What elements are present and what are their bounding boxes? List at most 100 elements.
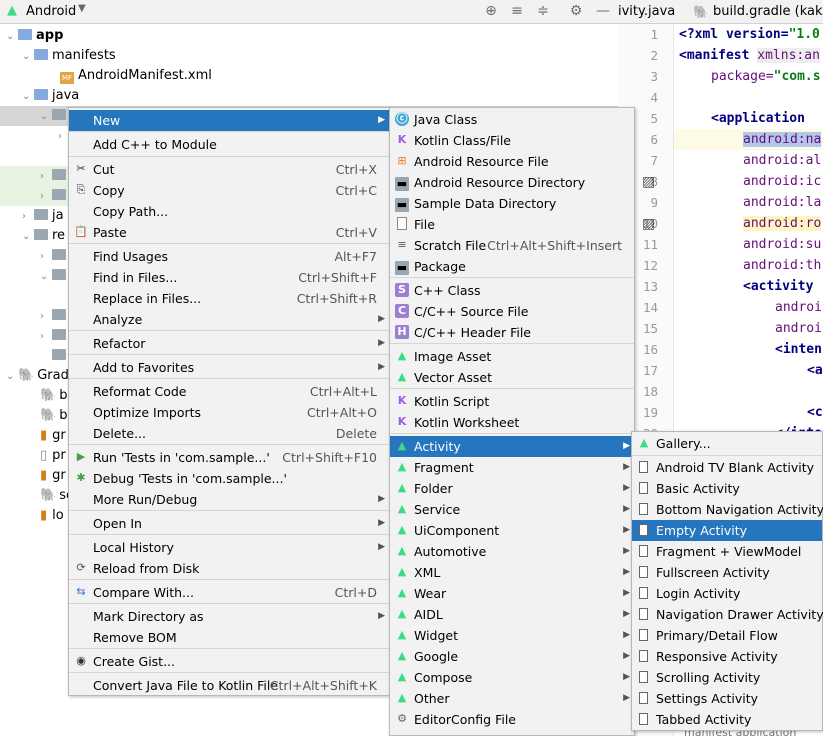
menu-item-aidl[interactable]: ▲ AIDL ▶ (390, 604, 634, 625)
tree-item-lo[interactable]: ▮ lo (40, 506, 64, 526)
menu-item-add-to-favorites[interactable]: Add to Favorites ▶ (69, 357, 389, 378)
menu-item-optimize-imports[interactable]: Optimize Imports Ctrl+Alt+O (69, 402, 389, 423)
menu-item-run-tests-in-com-sample[interactable]: ▶ Run 'Tests in 'com.sample...' Ctrl+Shift… (69, 447, 389, 468)
menu-item-vector-asset[interactable]: ▲ Vector Asset (390, 367, 634, 388)
menu-item-scrolling-activity[interactable]: Scrolling Activity (632, 667, 822, 688)
menu-item-folder[interactable]: ▲ Folder ▶ (390, 478, 634, 499)
menu-item-more-run-debug[interactable]: More Run/Debug ▶ (69, 489, 389, 510)
menu-item-debug-tests-in-com-sample[interactable]: ✱ Debug 'Tests in 'com.sample...' (69, 468, 389, 489)
menu-item-settings-activity[interactable]: Settings Activity (632, 688, 822, 709)
menu-item-fullscreen-activity[interactable]: Fullscreen Activity (632, 562, 822, 583)
menu-item-tabbed-activity[interactable]: Tabbed Activity (632, 709, 822, 730)
menu-item-empty-activity[interactable]: Empty Activity (632, 520, 822, 541)
menu-item-analyze[interactable]: Analyze ▶ (69, 309, 389, 330)
menu-item-navigation-drawer-activity[interactable]: Navigation Drawer Activity (632, 604, 823, 625)
menu-item-file[interactable]: File (390, 214, 634, 235)
menu-item-kotlin-worksheet[interactable]: K Kotlin Worksheet (390, 412, 634, 433)
menu-item-reformat-code[interactable]: Reformat Code Ctrl+Alt+L (69, 381, 389, 402)
menu-item-fragment-viewmodel[interactable]: Fragment + ViewModel (632, 541, 822, 562)
chevron-down-icon[interactable]: ▼ (78, 3, 86, 14)
menu-item-convert-java-file-to-kotlin-file[interactable]: Convert Java File to Kotlin File Ctrl+Alt… (69, 675, 389, 696)
tree-item-app[interactable]: ⌄ app (6, 26, 63, 46)
image-icon[interactable]: ▨ (642, 174, 655, 190)
hide-icon[interactable]: — (595, 3, 611, 19)
menu-item-refactor[interactable]: Refactor ▶ (69, 333, 389, 354)
menu-item-uicomponent[interactable]: ▲ UiComponent ▶ (390, 520, 634, 541)
menu-item-kotlin-script[interactable]: K Kotlin Script (390, 391, 634, 412)
tree-item-collapsed[interactable]: › (40, 306, 70, 326)
menu-item-android-tv-blank-activity[interactable]: Android TV Blank Activity (632, 457, 822, 478)
expand-all-icon[interactable]: ≡ (509, 3, 525, 19)
menu-item-xml[interactable]: ▲ XML ▶ (390, 562, 634, 583)
activity-template-icon (639, 608, 648, 620)
menu-item-google[interactable]: ▲ Google ▶ (390, 646, 634, 667)
menu-item-package[interactable]: ▬ Package (390, 256, 634, 277)
menu-item-compare-with[interactable]: ⇆ Compare With... Ctrl+D (69, 582, 389, 603)
menu-item-mark-directory-as[interactable]: Mark Directory as ▶ (69, 606, 389, 627)
menu-item-java-class[interactable]: ⓒ Java Class (390, 109, 634, 130)
menu-item-open-in[interactable]: Open In ▶ (69, 513, 389, 534)
tree-item-gradle[interactable]: ⌄ 🐘 Gradl (6, 366, 72, 386)
tree-item-java[interactable]: ⌄ java (22, 86, 79, 106)
menu-item-image-asset[interactable]: ▲ Image Asset (390, 346, 634, 367)
project-view-selector[interactable]: Android (26, 4, 76, 19)
menu-item-basic-activity[interactable]: Basic Activity (632, 478, 822, 499)
tab-activity-java[interactable]: ivity.java (618, 4, 675, 19)
menu-item-create-gist[interactable]: ◉ Create Gist... (69, 651, 389, 672)
menu-item-cut[interactable]: ✂ Cut Ctrl+X (69, 159, 389, 180)
menu-item-bottom-navigation-activity[interactable]: Bottom Navigation Activity (632, 499, 823, 520)
menu-item-automotive[interactable]: ▲ Automotive ▶ (390, 541, 634, 562)
menu-item-find-in-files[interactable]: Find in Files... Ctrl+Shift+F (69, 267, 389, 288)
menu-item-copy[interactable]: ⎘ Copy Ctrl+C (69, 180, 389, 201)
menu-item-delete[interactable]: Delete... Delete (69, 423, 389, 444)
gear-icon[interactable]: ⚙ (568, 3, 584, 19)
menu-item-primary-detail-flow[interactable]: Primary/Detail Flow (632, 625, 822, 646)
tree-item-res[interactable]: ⌄ re (22, 226, 65, 246)
menu-item-kotlin-class-file[interactable]: K Kotlin Class/File (390, 130, 634, 151)
menu-item-reload-from-disk[interactable]: ⟳ Reload from Disk (69, 558, 389, 579)
menu-item-label: Fragment (414, 460, 474, 475)
menu-item-wear[interactable]: ▲ Wear ▶ (390, 583, 634, 604)
image-icon[interactable]: ▨ (642, 216, 655, 232)
menu-item-c-c-source-file[interactable]: C C/C++ Source File (390, 301, 634, 322)
tree-item-pr[interactable]: ▯ pr (40, 446, 66, 466)
tree-item-collapsed[interactable]: › (40, 246, 70, 266)
menu-item-login-activity[interactable]: Login Activity (632, 583, 822, 604)
tree-item-expanded[interactable]: ⌄ (40, 266, 70, 286)
menu-item-compose[interactable]: ▲ Compose ▶ (390, 667, 634, 688)
tree-item-androidmanifest[interactable]: MF AndroidManifest.xml (60, 66, 212, 86)
menu-item-sample-data-directory[interactable]: ▬ Sample Data Directory (390, 193, 634, 214)
tab-build-gradle[interactable]: build.gradle (kakaoLo (713, 4, 823, 19)
tree-item-collapsed[interactable]: › (40, 166, 70, 186)
menu-item-service[interactable]: ▲ Service ▶ (390, 499, 634, 520)
menu-item-scratch-file[interactable]: ≡ Scratch File Ctrl+Alt+Shift+Insert (390, 235, 634, 256)
collapse-all-icon[interactable]: ≑ (535, 3, 551, 19)
menu-item-other[interactable]: ▲ Other ▶ (390, 688, 634, 709)
menu-item-activity[interactable]: ▲ Activity ▶ (390, 436, 634, 457)
tree-item-collapsed[interactable]: › (40, 326, 70, 346)
tree-item-gr2[interactable]: ▮ gr (40, 466, 66, 486)
tree-item-ja[interactable]: › ja (22, 206, 64, 226)
menu-item-add-c-to-module[interactable]: Add C++ to Module (69, 134, 389, 155)
tree-item-manifests[interactable]: ⌄ manifests (22, 46, 116, 66)
menu-item-find-usages[interactable]: Find Usages Alt+F7 (69, 246, 389, 267)
menu-item-android-resource-directory[interactable]: ▬ Android Resource Directory (390, 172, 634, 193)
locate-icon[interactable]: ⊕ (483, 3, 499, 19)
menu-item-local-history[interactable]: Local History ▶ (69, 537, 389, 558)
menu-item-remove-bom[interactable]: Remove BOM (69, 627, 389, 648)
menu-item-copy-path[interactable]: Copy Path... (69, 201, 389, 222)
menu-item-gallery[interactable]: ▲ Gallery... (632, 433, 822, 454)
menu-item-new[interactable]: New ▶ (69, 110, 389, 131)
menu-item-c-class[interactable]: S C++ Class (390, 280, 634, 301)
menu-item-widget[interactable]: ▲ Widget ▶ (390, 625, 634, 646)
menu-item-c-c-header-file[interactable]: H C/C++ Header File (390, 322, 634, 343)
menu-item-replace-in-files[interactable]: Replace in Files... Ctrl+Shift+R (69, 288, 389, 309)
menu-item-android-resource-file[interactable]: ⊞ Android Resource File (390, 151, 634, 172)
menu-item-fragment[interactable]: ▲ Fragment ▶ (390, 457, 634, 478)
android-icon: ▲ (397, 544, 407, 557)
menu-item-responsive-activity[interactable]: Responsive Activity (632, 646, 822, 667)
tree-item-gr1[interactable]: ▮ gr (40, 426, 66, 446)
tree-item-collapsed[interactable]: › (40, 186, 70, 206)
menu-item-paste[interactable]: 📋 Paste Ctrl+V (69, 222, 389, 243)
menu-item-editorconfig-file[interactable]: ⚙ EditorConfig File (390, 709, 634, 730)
